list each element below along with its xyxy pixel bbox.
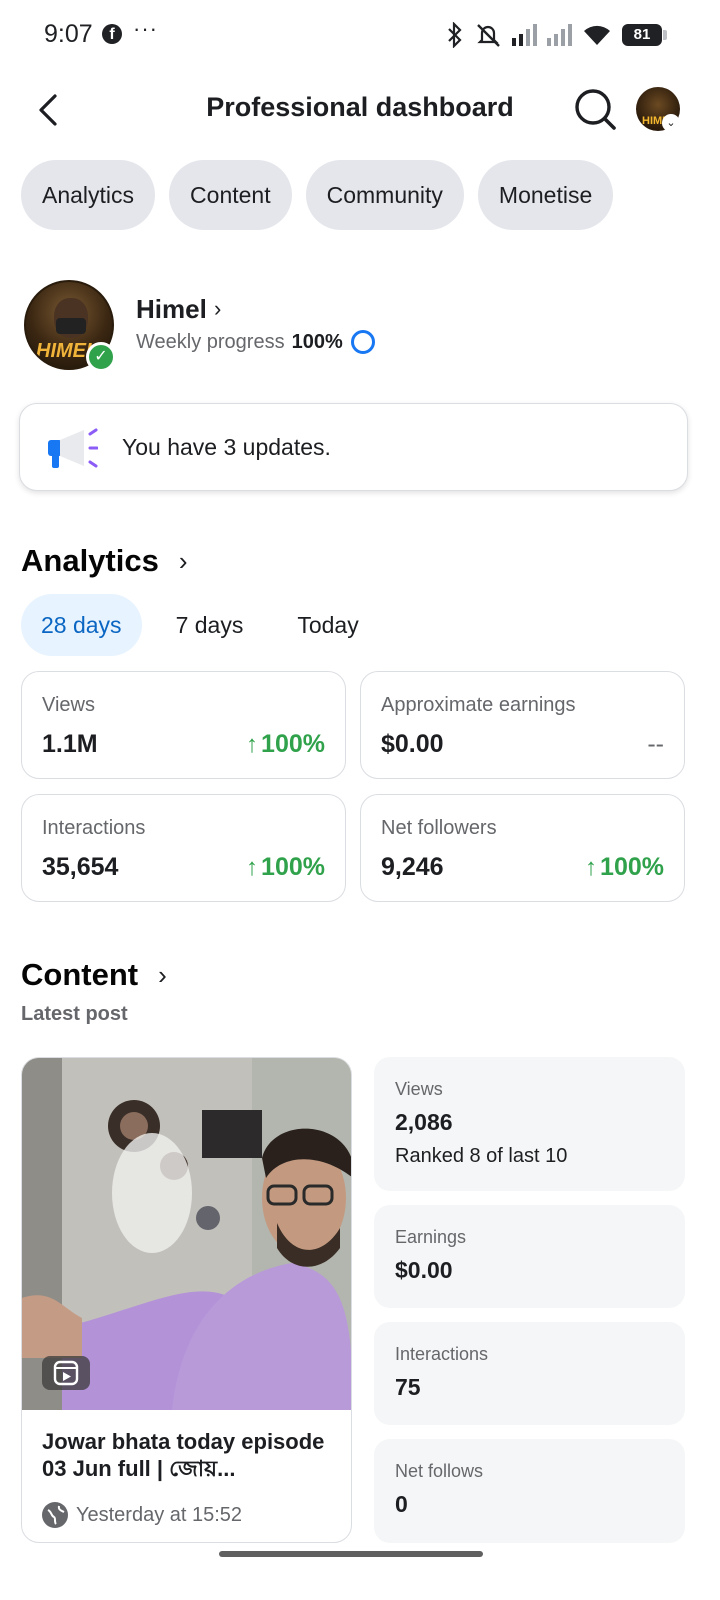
metric-label: Views	[42, 694, 95, 716]
home-indicator[interactable]	[219, 1551, 483, 1557]
metric-change-value: 100%	[600, 853, 664, 881]
content-section-title[interactable]: Content ›	[21, 957, 167, 993]
metric-card-net-followers[interactable]: Net followers 9,246 ↑ 100%	[360, 794, 685, 902]
stat-value: 2,086	[395, 1109, 453, 1135]
progress-label: Weekly progress	[136, 330, 285, 353]
updates-card[interactable]: You have 3 updates.	[19, 403, 688, 491]
signal-icon	[547, 24, 572, 46]
tab-bar: Analytics Content Community Monetise	[21, 160, 614, 230]
period-28-days[interactable]: 28 days	[21, 594, 142, 656]
chevron-right-icon[interactable]: ›	[214, 296, 221, 322]
post-time: Yesterday at 15:52	[76, 1503, 243, 1526]
stat-label: Views	[395, 1079, 443, 1099]
stat-card-net-follows[interactable]: Net follows 0	[374, 1439, 685, 1543]
weekly-progress: Weekly progress 100%	[136, 330, 375, 354]
facebook-icon: f	[102, 24, 122, 44]
stat-label: Net follows	[395, 1461, 484, 1481]
metric-card-views[interactable]: Views 1.1M ↑ 100%	[21, 671, 346, 779]
chevron-right-icon: ›	[158, 959, 167, 990]
stat-value: 75	[395, 1374, 421, 1400]
latest-post-card[interactable]: Jowar bhata today episode 03 Jun full | …	[21, 1057, 352, 1543]
profile-summary[interactable]: HIMEL ✓ Himel › Weekly progress 100%	[24, 280, 704, 372]
metric-change-value: 100%	[261, 853, 325, 881]
arrow-up-icon: ↑	[246, 730, 259, 758]
globe-icon	[42, 1502, 68, 1528]
content-title: Content	[21, 957, 139, 992]
metric-label: Interactions	[42, 817, 146, 839]
status-bar: 9:07 f ··· 81	[0, 0, 720, 70]
analytics-section-title[interactable]: Analytics ›	[21, 543, 188, 579]
metric-card-interactions[interactable]: Interactions 35,654 ↑ 100%	[21, 794, 346, 902]
metric-card-earnings[interactable]: Approximate earnings $0.00 --	[360, 671, 685, 779]
metric-value: 9,246	[381, 853, 444, 881]
mute-icon	[477, 24, 500, 47]
period-selector: 28 days 7 days Today	[21, 594, 393, 656]
avatar-mask	[56, 318, 86, 334]
metric-value: 35,654	[42, 853, 119, 881]
metric-change-value: 100%	[261, 730, 325, 758]
battery-icon: 81	[622, 24, 667, 46]
stat-card-views[interactable]: Views 2,086 Ranked 8 of last 10	[374, 1057, 685, 1191]
chevron-right-icon: ›	[178, 545, 188, 576]
chevron-down-icon[interactable]: ⌄	[662, 114, 680, 132]
search-button[interactable]	[572, 86, 618, 132]
metric-value: $0.00	[381, 730, 444, 758]
metric-label: Approximate earnings	[381, 694, 576, 716]
profile-name[interactable]: Himel	[136, 294, 207, 325]
stat-value: 0	[395, 1491, 408, 1517]
signal-icon	[512, 24, 537, 46]
status-icons: 81	[446, 20, 667, 50]
tab-community[interactable]: Community	[305, 160, 464, 230]
metric-change: ↑ 100%	[246, 730, 325, 759]
analytics-title: Analytics	[21, 543, 159, 578]
metric-value: 1.1M	[42, 730, 98, 758]
more-dots-icon: ···	[133, 16, 158, 41]
arrow-up-icon: ↑	[585, 853, 598, 881]
header: Professional dashboard HIMEL ⌄	[0, 78, 720, 142]
metric-change: ↑ 100%	[246, 853, 325, 882]
stat-label: Earnings	[395, 1227, 467, 1247]
bluetooth-icon	[448, 22, 462, 48]
tab-content[interactable]: Content	[169, 160, 292, 230]
stat-value: $0.00	[395, 1257, 453, 1283]
reels-icon	[42, 1356, 90, 1390]
metric-label: Net followers	[381, 817, 497, 839]
updates-text: You have 3 updates.	[122, 434, 331, 460]
post-thumbnail[interactable]	[22, 1058, 351, 1410]
tab-analytics[interactable]: Analytics	[21, 160, 156, 230]
post-title[interactable]: Jowar bhata today episode 03 Jun full | …	[42, 1428, 337, 1482]
progress-ring-icon	[350, 330, 375, 354]
status-time: 9:07	[44, 20, 93, 48]
period-7-days[interactable]: 7 days	[156, 594, 264, 656]
period-today[interactable]: Today	[277, 594, 378, 656]
check-icon: ✓	[86, 342, 116, 372]
post-meta: Yesterday at 15:52	[42, 1502, 242, 1528]
latest-post-label: Latest post	[21, 1003, 128, 1025]
megaphone-icon	[48, 428, 98, 468]
search-icon	[575, 89, 616, 130]
metric-change-value: --	[647, 730, 664, 758]
progress-value: 100%	[291, 330, 343, 353]
stat-label: Interactions	[395, 1344, 489, 1364]
wifi-icon	[584, 25, 610, 45]
metric-change: ↑ 100%	[585, 853, 664, 882]
stat-card-interactions[interactable]: Interactions 75	[374, 1322, 685, 1425]
tab-monetise[interactable]: Monetise	[477, 160, 614, 230]
arrow-up-icon: ↑	[246, 853, 259, 881]
stat-note: Ranked 8 of last 10	[395, 1145, 568, 1167]
stat-card-earnings[interactable]: Earnings $0.00	[374, 1205, 685, 1308]
